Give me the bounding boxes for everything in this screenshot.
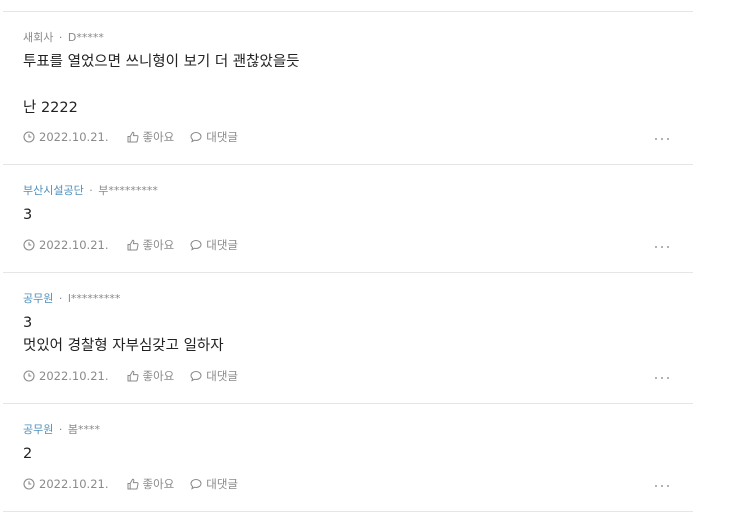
comment-line: 투표를 열었으면 쓰니형이 보기 더 괜찮았을듯	[23, 54, 300, 70]
comment-actions: 2022.10.21. 좋아요 대댓글	[23, 368, 254, 384]
comment-line: 2	[23, 446, 33, 462]
more-horizontal-icon	[655, 485, 657, 487]
like-label: 좋아요	[142, 238, 175, 252]
more-dot	[667, 377, 669, 379]
date-text: 2022.10.21.	[39, 130, 109, 144]
comment-body: 3	[23, 204, 693, 227]
speech-bubble-icon	[190, 239, 202, 251]
comment-date: 2022.10.21.	[23, 369, 109, 383]
reply-label: 대댓글	[206, 130, 238, 144]
clock-icon	[23, 478, 35, 490]
date-text: 2022.10.21.	[39, 477, 109, 491]
like-button[interactable]: 좋아요	[127, 368, 175, 384]
more-dot	[661, 138, 663, 140]
more-dot	[661, 485, 663, 487]
more-options-button[interactable]	[655, 134, 669, 144]
comment-line: 난 2222	[23, 100, 78, 116]
comment-date: 2022.10.21.	[23, 238, 109, 252]
more-options-button[interactable]	[655, 242, 669, 252]
more-dot	[661, 377, 663, 379]
comment-item: 부산시설공단 · 부********* 3 2022.10.21. 좋아요 대댓…	[3, 165, 693, 273]
meta-separator: ·	[89, 184, 93, 197]
like-label: 좋아요	[142, 369, 175, 383]
comment-author-link[interactable]: 공무원	[23, 292, 53, 305]
comment-date: 2022.10.21.	[23, 130, 109, 144]
more-dot	[667, 485, 669, 487]
date-text: 2022.10.21.	[39, 238, 109, 252]
reply-label: 대댓글	[206, 477, 238, 491]
meta-separator: ·	[58, 292, 63, 305]
reply-button[interactable]: 대댓글	[190, 129, 238, 145]
more-dot	[667, 246, 669, 248]
comment-user: l*********	[67, 292, 121, 305]
speech-bubble-icon	[190, 478, 202, 490]
comment-author-link[interactable]: 공무원	[23, 423, 53, 436]
meta-separator: ·	[58, 31, 63, 44]
reply-label: 대댓글	[206, 369, 238, 383]
comment-item: 새회사 · D***** 투표를 열었으면 쓰니형이 보기 더 괜찮았을듯 난 …	[3, 12, 693, 165]
comment-meta: 부산시설공단 · 부*********	[23, 184, 693, 198]
comment-actions: 2022.10.21. 좋아요 대댓글	[23, 129, 254, 145]
comment-item: 공무원 · l********* 3 멋있어 경찰형 자부심갖고 일하자 202…	[3, 273, 693, 404]
comment-date: 2022.10.21.	[23, 477, 109, 491]
reply-button[interactable]: 대댓글	[190, 368, 238, 384]
comment-list: 새회사 · D***** 투표를 열었으면 쓰니형이 보기 더 괜찮았을듯 난 …	[3, 0, 693, 512]
date-text: 2022.10.21.	[39, 369, 109, 383]
more-horizontal-icon	[655, 138, 657, 140]
thumbs-up-icon	[127, 478, 139, 490]
clock-icon	[23, 239, 35, 251]
comment-meta: 공무원 · 봄****	[23, 423, 693, 437]
clock-icon	[23, 370, 35, 382]
speech-bubble-icon	[190, 370, 202, 382]
more-dot	[661, 246, 663, 248]
speech-bubble-icon	[190, 131, 202, 143]
comment-author-link[interactable]: 부산시설공단	[23, 184, 84, 197]
comment-item: 공무원 · 봄**** 2 2022.10.21. 좋아요 대댓글	[3, 404, 693, 512]
more-dot	[667, 138, 669, 140]
meta-separator: ·	[58, 423, 63, 436]
comment-meta: 공무원 · l*********	[23, 292, 693, 306]
comment-user: 봄****	[67, 423, 100, 436]
comment-line: 3	[23, 315, 33, 331]
comment-body: 투표를 열었으면 쓰니형이 보기 더 괜찮았을듯 난 2222	[23, 51, 693, 120]
like-button[interactable]: 좋아요	[127, 476, 175, 492]
comment-actions: 2022.10.21. 좋아요 대댓글	[23, 476, 254, 492]
more-options-button[interactable]	[655, 481, 669, 491]
comment-line: 멋있어 경찰형 자부심갖고 일하자	[23, 338, 224, 354]
thumbs-up-icon	[127, 131, 139, 143]
top-divider	[3, 0, 693, 12]
like-label: 좋아요	[142, 477, 175, 491]
more-horizontal-icon	[655, 377, 657, 379]
comment-user: 부*********	[98, 184, 158, 197]
comment-meta: 새회사 · D*****	[23, 31, 693, 45]
reply-button[interactable]: 대댓글	[190, 476, 238, 492]
like-button[interactable]: 좋아요	[127, 129, 175, 145]
more-horizontal-icon	[655, 246, 657, 248]
comment-line	[23, 74, 693, 97]
more-options-button[interactable]	[655, 373, 669, 383]
comment-line: 3	[23, 207, 33, 223]
like-label: 좋아요	[142, 130, 175, 144]
like-button[interactable]: 좋아요	[127, 237, 175, 253]
comment-actions: 2022.10.21. 좋아요 대댓글	[23, 237, 254, 253]
thumbs-up-icon	[127, 239, 139, 251]
clock-icon	[23, 131, 35, 143]
comment-author: 새회사	[23, 31, 54, 44]
reply-button[interactable]: 대댓글	[190, 237, 238, 253]
comment-body: 2	[23, 443, 693, 466]
comment-body: 3 멋있어 경찰형 자부심갖고 일하자	[23, 312, 693, 358]
thumbs-up-icon	[127, 370, 139, 382]
reply-label: 대댓글	[206, 238, 238, 252]
comment-user: D*****	[67, 31, 104, 44]
